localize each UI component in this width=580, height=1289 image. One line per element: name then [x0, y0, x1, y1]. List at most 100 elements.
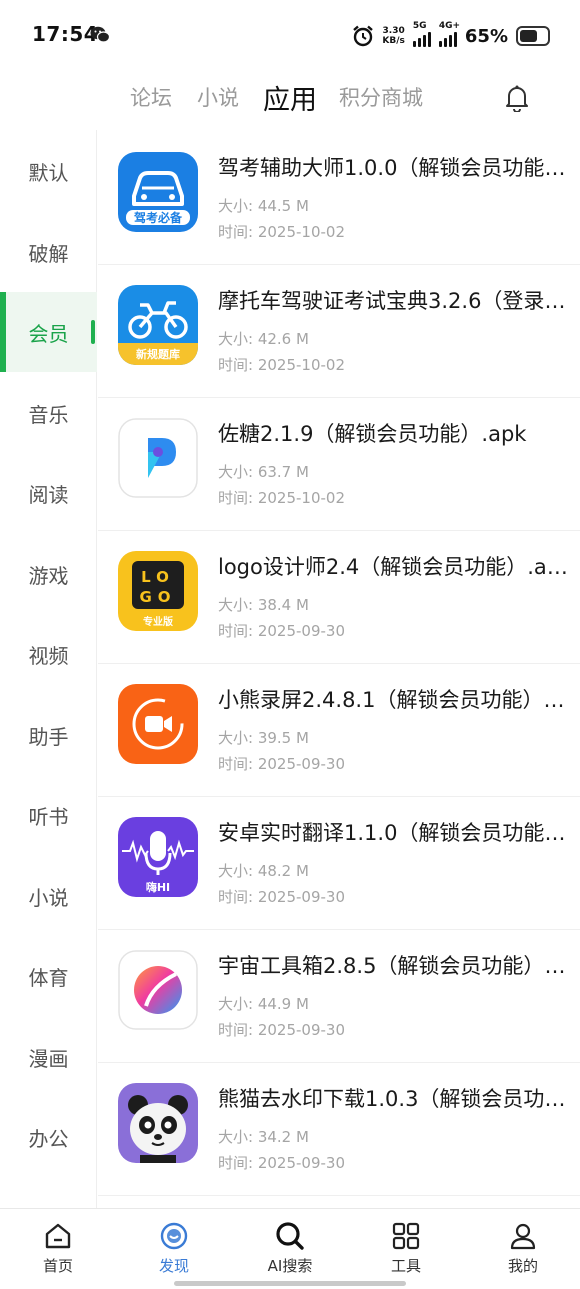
nav-profile-label: 我的: [507, 1257, 538, 1275]
size-value: 48.2 M: [257, 862, 309, 880]
logo-designer-app-icon: LO GO 专业版: [118, 551, 198, 631]
sidebar-item-sports[interactable]: 体育: [0, 936, 97, 1016]
screen-recorder-app-icon: [118, 684, 198, 764]
sidebar-item-audiobook[interactable]: 听书: [0, 775, 97, 855]
sidebar-item-games[interactable]: 游戏: [0, 534, 97, 614]
app-size: 大小: 48.2 M: [218, 860, 309, 881]
app-list-item[interactable]: 驾考必备 驾考辅助大师1.0.0（解锁会员功能）.apk 大小: 44.5 M …: [98, 132, 580, 265]
universe-toolbox-app-icon: [118, 950, 198, 1030]
app-title: 安卓实时翻译1.1.0（解锁会员功能）.apk: [218, 821, 568, 845]
app-list-item[interactable]: 新规题库 摩托车驾驶证考试宝典3.2.6（登录解锁会员功能）.apk 大小: 4…: [98, 265, 580, 398]
app-size: 大小: 42.6 M: [218, 328, 309, 349]
network-speed-unit: KB/s: [382, 36, 405, 46]
time-label: 时间:: [218, 356, 258, 374]
svg-text:GO: GO: [139, 588, 176, 606]
app-size: 大小: 44.5 M: [218, 195, 309, 216]
time-label: 时间:: [218, 1154, 258, 1172]
bell-icon[interactable]: [505, 84, 529, 112]
app-date: 时间: 2025-09-30: [218, 753, 345, 774]
battery-percent: 65%: [464, 25, 508, 47]
app-date: 时间: 2025-10-02: [218, 221, 345, 242]
nav-ai-search[interactable]: AI搜索: [240, 1221, 340, 1281]
signal-sim1-icon: 5G: [412, 21, 431, 47]
sim1-tag: 5G: [412, 21, 427, 31]
app-list: 驾考必备 驾考辅助大师1.0.0（解锁会员功能）.apk 大小: 44.5 M …: [98, 132, 580, 1208]
app-list-item[interactable]: LO GO 专业版 logo设计师2.4（解锁会员功能）.apk 大小: 38.…: [98, 531, 580, 664]
app-list-item[interactable]: 佐糖2.1.9（解锁会员功能）.apk 大小: 63.7 M 时间: 2025-…: [98, 398, 580, 531]
date-value: 2025-09-30: [257, 622, 346, 640]
sidebar-item-music[interactable]: 音乐: [0, 373, 97, 453]
sidebar-item-default[interactable]: 默认: [0, 131, 97, 211]
translator-app-icon-text: 嗨HI: [146, 880, 170, 894]
date-value: 2025-09-30: [257, 755, 346, 773]
bottom-nav: 首页 发现 AI搜索 工具 我的: [0, 1208, 580, 1289]
size-label: 大小:: [218, 197, 258, 215]
status-bar: 17:54 3.30 KB/s 5G 4G+ 65%: [0, 0, 580, 70]
size-value: 44.5 M: [257, 197, 309, 215]
discover-icon: [160, 1222, 188, 1250]
app-size: 大小: 34.2 M: [218, 1126, 309, 1147]
status-right: 3.30 KB/s 5G 4G+ 65%: [352, 21, 550, 50]
date-value: 2025-09-30: [257, 1021, 346, 1039]
time-label: 时间:: [218, 622, 258, 640]
sidebar-item-novel[interactable]: 小说: [0, 856, 97, 936]
nav-discover[interactable]: 发现: [124, 1221, 224, 1281]
nav-profile[interactable]: 我的: [473, 1221, 573, 1281]
size-label: 大小:: [218, 1128, 258, 1146]
size-value: 44.9 M: [257, 995, 309, 1013]
app-list-item[interactable]: 嗨HI 安卓实时翻译1.1.0（解锁会员功能）.apk 大小: 48.2 M 时…: [98, 797, 580, 930]
tab-apps[interactable]: 应用: [263, 78, 317, 117]
home-icon: [45, 1223, 71, 1249]
size-label: 大小:: [218, 330, 258, 348]
sidebar-item-comics[interactable]: 漫画: [0, 1017, 97, 1097]
grid-icon: [392, 1222, 420, 1250]
size-label: 大小:: [218, 729, 258, 747]
tab-forum[interactable]: 论坛: [130, 82, 172, 112]
app-title: 摩托车驾驶证考试宝典3.2.6（登录解锁会员功能）.apk: [218, 289, 568, 313]
app-title: 驾考辅助大师1.0.0（解锁会员功能）.apk: [218, 156, 568, 180]
time-label: 时间:: [218, 489, 258, 507]
date-value: 2025-10-02: [257, 223, 346, 241]
app-title: 小熊录屏2.4.8.1（解锁会员功能）.apk: [218, 688, 568, 712]
time-label: 时间:: [218, 888, 258, 906]
nav-home[interactable]: 首页: [8, 1221, 108, 1281]
network-speed: 3.30 KB/s: [382, 26, 404, 46]
app-list-item[interactable]: 宇宙工具箱2.8.5（解锁会员功能）.apk 大小: 44.9 M 时间: 20…: [98, 930, 580, 1063]
app-list-item[interactable]: 熊猫去水印下载1.0.3（解锁会员功能）.apk 大小: 34.2 M 时间: …: [98, 1063, 580, 1196]
battery-fill: [520, 30, 537, 42]
nav-ai-search-label: AI搜索: [267, 1257, 313, 1275]
app-date: 时间: 2025-10-02: [218, 354, 345, 375]
signal-sim2-icon: 4G+: [438, 21, 460, 47]
tab-points-mall[interactable]: 积分商城: [339, 82, 423, 112]
app-size: 大小: 44.9 M: [218, 993, 309, 1014]
size-value: 34.2 M: [257, 1128, 309, 1146]
size-value: 39.5 M: [257, 729, 309, 747]
alarm-icon: [353, 25, 374, 47]
sidebar-item-assistant[interactable]: 助手: [0, 695, 97, 775]
logo-designer-icon-subtext: 专业版: [143, 615, 173, 628]
size-label: 大小:: [218, 862, 258, 880]
sidebar-item-video[interactable]: 视频: [0, 614, 97, 694]
translator-app-icon: 嗨HI: [118, 817, 198, 897]
sidebar-item-reading[interactable]: 阅读: [0, 453, 97, 533]
sidebar-item-office[interactable]: 办公: [0, 1097, 97, 1177]
app-list-item[interactable]: 小熊录屏2.4.8.1（解锁会员功能）.apk 大小: 39.5 M 时间: 2…: [98, 664, 580, 797]
app-title: 宇宙工具箱2.8.5（解锁会员功能）.apk: [218, 954, 568, 978]
time-label: 时间:: [218, 755, 258, 773]
app-title: logo设计师2.4（解锁会员功能）.apk: [218, 555, 568, 579]
sidebar-item-cracked[interactable]: 破解: [0, 212, 97, 292]
size-value: 38.4 M: [257, 596, 309, 614]
nav-discover-label: 发现: [158, 1257, 189, 1275]
home-indicator[interactable]: [174, 1281, 406, 1286]
status-time: 17:54: [32, 22, 99, 46]
app-size: 大小: 39.5 M: [218, 727, 309, 748]
nav-tools[interactable]: 工具: [356, 1221, 456, 1281]
car-app-icon: 驾考必备: [118, 152, 198, 232]
size-label: 大小:: [218, 463, 258, 481]
nav-tools-label: 工具: [390, 1257, 421, 1275]
app-date: 时间: 2025-09-30: [218, 886, 345, 907]
battery-icon: [516, 26, 550, 46]
sidebar-item-member[interactable]: 会员: [0, 292, 97, 372]
tab-novel[interactable]: 小说: [197, 82, 239, 112]
wechat-icon: [90, 26, 110, 43]
